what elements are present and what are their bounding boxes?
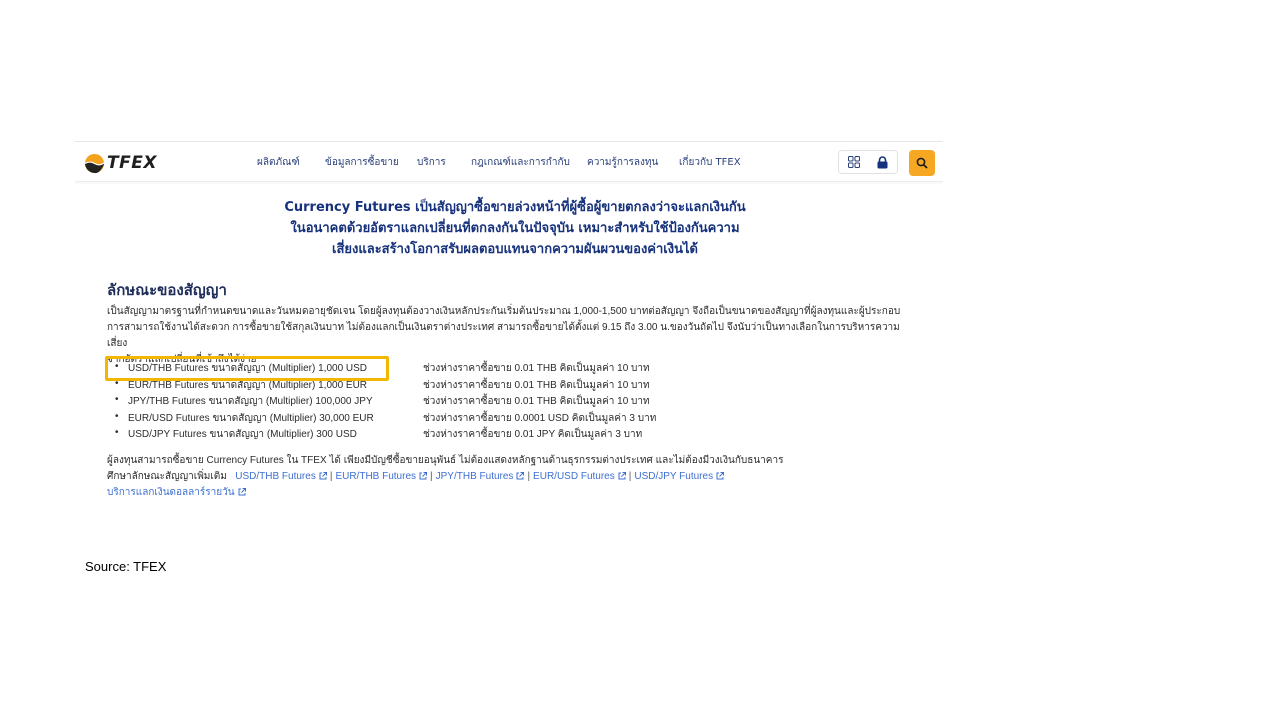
spec-tick: ช่วงห่างราคาซื้อขาย 0.01 THB คิดเป็นมูลค… bbox=[423, 379, 650, 391]
search-button[interactable] bbox=[909, 150, 935, 176]
main-menu: ผลิตภัณฑ์ ข้อมูลการซื้อขาย บริการ กฎเกณฑ… bbox=[257, 155, 741, 170]
link-usd-jpy[interactable]: USD/JPY Futures bbox=[634, 471, 725, 482]
external-link-icon bbox=[419, 472, 428, 480]
intro-line: การสามารถใช้งานได้สะดวก การซื้อขายใช้สกุ… bbox=[107, 322, 900, 349]
menu-item-knowledge[interactable]: ความรู้การลงทุน bbox=[587, 155, 679, 170]
link-eur-thb[interactable]: EUR/THB Futures bbox=[335, 471, 428, 482]
tfex-logo[interactable]: TFEX bbox=[84, 152, 157, 174]
link-jpy-thb[interactable]: JPY/THB Futures bbox=[436, 471, 525, 482]
link-label: USD/THB Futures bbox=[235, 471, 316, 482]
bullet: • bbox=[115, 410, 119, 422]
link-label: EUR/USD Futures bbox=[533, 471, 615, 482]
spec-name: USD/JPY Futures ขนาดสัญญา (Multiplier) 3… bbox=[128, 429, 357, 440]
hero-line: เสี่ยงและสร้างโอกาสรับผลตอบแทนจากความผัน… bbox=[332, 242, 698, 257]
external-link-icon bbox=[319, 472, 327, 480]
link-eur-usd[interactable]: EUR/USD Futures bbox=[533, 471, 626, 482]
search-icon bbox=[916, 157, 928, 169]
spec-tick: ช่วงห่างราคาซื้อขาย 0.0001 USD คิดเป็นมู… bbox=[423, 412, 657, 424]
spec-tick: ช่วงห่างราคาซื้อขาย 0.01 THB คิดเป็นมูลค… bbox=[423, 396, 650, 407]
hero-line: ในอนาคตด้วยอัตราแลกเปลี่ยนที่ตกลงกันในปั… bbox=[290, 221, 740, 236]
external-link-icon bbox=[716, 472, 725, 480]
list-item: • JPY/THB Futures ขนาดสัญญา (Multiplier)… bbox=[115, 394, 715, 411]
tfex-screenshot: TFEX ผลิตภัณฑ์ ข้อมูลการซื้อขาย บริการ ก… bbox=[75, 141, 943, 503]
hero-description: Currency Futures เป็นสัญญาซื้อขายล่วงหน้… bbox=[215, 197, 815, 260]
link-label: EUR/THB Futures bbox=[335, 471, 417, 482]
spec-name: EUR/USD Futures ขนาดสัญญา (Multiplier) 3… bbox=[128, 412, 374, 424]
external-link-icon bbox=[618, 472, 626, 480]
external-link-icon bbox=[516, 472, 525, 480]
footer-note: ผู้ลงทุนสามารถซื้อขาย Currency Futures ใ… bbox=[107, 455, 784, 466]
tfex-logo-icon bbox=[84, 153, 105, 173]
link-label: USD/JPY Futures bbox=[634, 471, 714, 482]
links-prefix: ศึกษาลักษณะสัญญาเพิ่มเติม bbox=[107, 471, 227, 482]
list-item: • EUR/USD Futures ขนาดสัญญา (Multiplier)… bbox=[115, 411, 715, 428]
highlight-box bbox=[105, 356, 389, 381]
spec-name: JPY/THB Futures ขนาดสัญญา (Multiplier) 1… bbox=[128, 396, 373, 407]
hero-line: Currency Futures เป็นสัญญาซื้อขายล่วงหน้… bbox=[284, 200, 746, 215]
section-title: ลักษณะของสัญญา bbox=[107, 281, 227, 299]
list-item: • USD/JPY Futures ขนาดสัญญา (Multiplier)… bbox=[115, 427, 715, 444]
link-daily-fx-service[interactable]: บริการแลกเงินดอลลาร์รายวัน bbox=[107, 487, 246, 498]
menu-item-rules[interactable]: กฎเกณฑ์และการกำกับ bbox=[471, 155, 587, 170]
intro-line: เป็นสัญญามาตรฐานที่กำหนดขนาดและวันหมดอาย… bbox=[107, 306, 901, 317]
menu-item-about[interactable]: เกี่ยวกับ TFEX bbox=[679, 155, 741, 170]
link-usd-thb[interactable]: USD/THB Futures bbox=[235, 471, 327, 482]
nav-icon-group bbox=[838, 150, 898, 174]
logo-text: TFEX bbox=[107, 153, 157, 173]
menu-item-services[interactable]: บริการ bbox=[417, 155, 471, 170]
related-links: ศึกษาลักษณะสัญญาเพิ่มเติม USD/THB Future… bbox=[107, 469, 907, 501]
separator: | bbox=[628, 471, 632, 482]
top-navbar: TFEX ผลิตภัณฑ์ ข้อมูลการซื้อขาย บริการ ก… bbox=[75, 141, 943, 182]
external-link-icon bbox=[238, 488, 246, 496]
separator: | bbox=[430, 471, 433, 482]
spec-tick: ช่วงห่างราคาซื้อขาย 0.01 THB คิดเป็นมูลค… bbox=[423, 363, 650, 374]
separator: | bbox=[329, 471, 333, 482]
link-label: JPY/THB Futures bbox=[435, 471, 514, 482]
bullet: • bbox=[115, 394, 119, 405]
bullet: • bbox=[115, 427, 119, 438]
menu-item-trading-data[interactable]: ข้อมูลการซื้อขาย bbox=[325, 155, 417, 170]
lock-icon[interactable] bbox=[877, 155, 888, 169]
source-caption: Source: TFEX bbox=[85, 559, 167, 574]
separator: | bbox=[527, 471, 531, 482]
menu-item-products[interactable]: ผลิตภัณฑ์ bbox=[257, 155, 325, 170]
link-label: บริการแลกเงินดอลลาร์รายวัน bbox=[107, 487, 235, 498]
spec-tick: ช่วงห่างราคาซื้อขาย 0.01 JPY คิดเป็นมูลค… bbox=[423, 429, 643, 440]
grid-icon[interactable] bbox=[847, 156, 860, 168]
